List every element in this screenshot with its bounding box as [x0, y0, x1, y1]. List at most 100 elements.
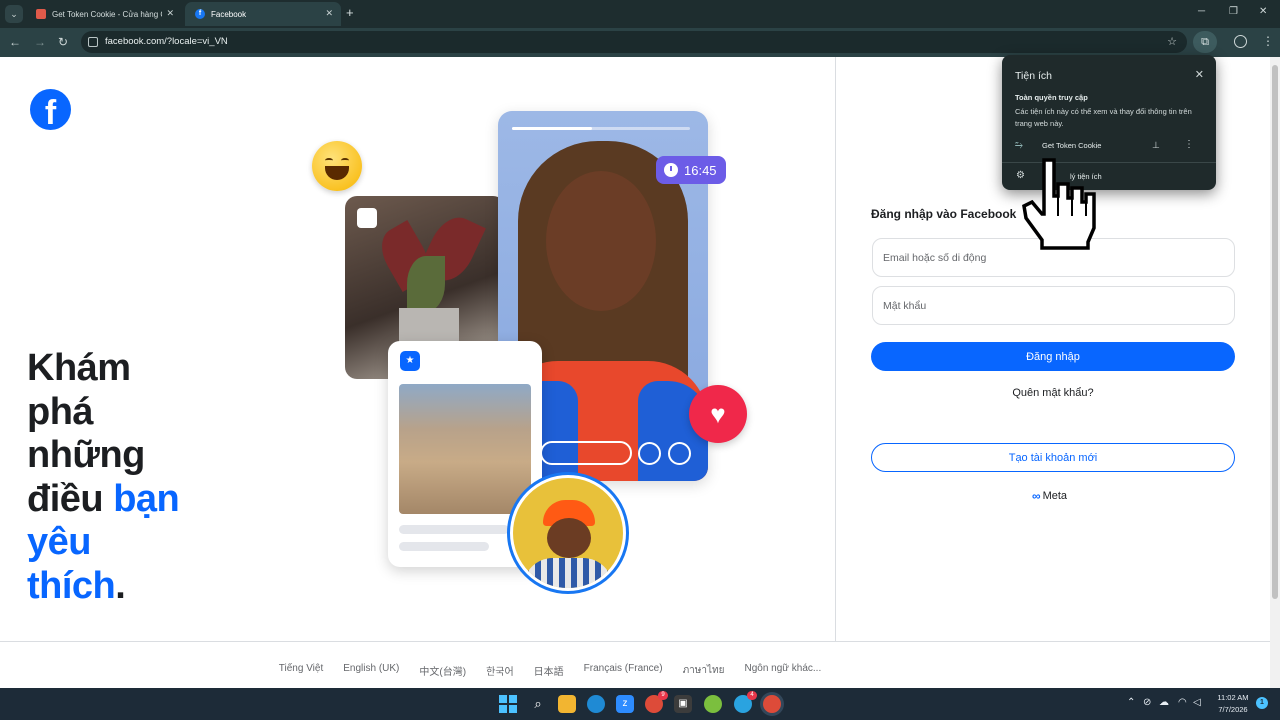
- video-control-dot: [638, 442, 661, 465]
- facebook-favicon-icon: f: [195, 9, 205, 19]
- emoji-eye: [341, 158, 349, 163]
- emoji-mouth: [325, 166, 349, 180]
- onedrive-icon[interactable]: ☁: [1159, 697, 1169, 708]
- language-link[interactable]: Ngôn ngữ khác...: [744, 663, 821, 678]
- story-progress-bar: [512, 127, 690, 130]
- notification-count[interactable]: 1: [1256, 697, 1268, 709]
- photo-face-shape: [546, 171, 656, 311]
- meta-logo[interactable]: ∞ Meta: [1032, 489, 1067, 503]
- app-icon[interactable]: [704, 695, 722, 713]
- forward-icon[interactable]: →: [34, 35, 46, 49]
- language-link[interactable]: 中文(台灣): [419, 663, 466, 678]
- close-tab-icon[interactable]: ✕: [166, 8, 174, 19]
- menu-icon[interactable]: ⋮: [1262, 34, 1274, 48]
- telegram-icon[interactable]: 4: [734, 691, 757, 713]
- close-tab-icon[interactable]: ✕: [325, 8, 333, 19]
- hero-heading: Khám phá những điều bạn yêu thích.: [27, 347, 180, 609]
- tab-search-icon[interactable]: ⌄: [5, 5, 23, 23]
- avatar-face: [547, 518, 591, 558]
- tab-label: Get Token Cookie - Cửa hàng C: [52, 9, 162, 19]
- hand-cursor-icon: [1022, 158, 1096, 250]
- windows-start-icon[interactable]: [499, 695, 517, 713]
- language-link[interactable]: 日本語: [534, 663, 564, 678]
- extension-name: Get Token Cookie: [1042, 141, 1102, 150]
- language-list: Tiếng Việt English (UK) 中文(台灣) 한국어 日本語 F…: [0, 663, 1100, 678]
- file-explorer-icon[interactable]: [558, 695, 576, 713]
- meta-label: Meta: [1042, 490, 1068, 502]
- store-favicon-icon: [36, 9, 46, 19]
- url-text[interactable]: facebook.com/?locale=vi_VN: [105, 36, 228, 47]
- profile-avatar-ring: [507, 472, 629, 594]
- page-scrollbar[interactable]: [1270, 57, 1280, 688]
- restore-icon[interactable]: ❐: [1229, 6, 1238, 17]
- store-icon[interactable]: ▣: [674, 695, 692, 713]
- laughing-emoji-icon: [312, 141, 362, 191]
- skatepark-photo: [399, 384, 531, 514]
- star-icon[interactable]: ☆: [1167, 35, 1177, 48]
- shop-icon: [357, 208, 377, 228]
- star-badge-icon: ★: [400, 351, 420, 371]
- avatar-background: [513, 478, 623, 588]
- login-title: Đăng nhập vào Facebook: [871, 207, 1017, 221]
- hero-line: Khám: [27, 347, 131, 389]
- search-icon[interactable]: ⌕: [529, 695, 547, 713]
- emoji-eye: [325, 158, 333, 163]
- language-link[interactable]: Tiếng Việt: [279, 663, 323, 678]
- create-account-button[interactable]: Tạo tài khoản mới: [871, 443, 1235, 472]
- hero-word-highlight: thích: [27, 564, 116, 607]
- language-link[interactable]: English (UK): [343, 663, 399, 678]
- close-window-icon[interactable]: ✕: [1259, 6, 1267, 17]
- new-tab-icon[interactable]: +: [346, 6, 354, 20]
- scrollbar-thumb[interactable]: [1272, 65, 1278, 599]
- facebook-logo[interactable]: f: [30, 89, 71, 130]
- taskbar-clock[interactable]: 11:02 AM 7/7/2026: [1213, 692, 1253, 716]
- hero-line-highlight: yêu: [27, 521, 91, 563]
- profile-icon[interactable]: [1234, 35, 1247, 48]
- minimize-icon[interactable]: ─: [1198, 6, 1205, 17]
- leaf-shape: [407, 256, 445, 312]
- placeholder-line: [399, 525, 509, 534]
- hero-line: phá: [27, 390, 94, 433]
- browser-toolbar: ← → ↻ facebook.com/?locale=vi_VN ☆: [0, 28, 1280, 57]
- heart-icon: ♥: [689, 385, 747, 443]
- pin-icon[interactable]: ⊥: [1152, 140, 1160, 151]
- tray-app-icon[interactable]: ⊘: [1143, 697, 1151, 708]
- popup-title: Tiện ích: [1015, 70, 1052, 82]
- site-info-icon[interactable]: [88, 37, 98, 47]
- login-button[interactable]: Đăng nhập: [871, 342, 1235, 371]
- forgot-password-link[interactable]: Quên mật khẩu?: [871, 387, 1235, 399]
- hero-word-highlight: bạn: [113, 477, 180, 520]
- address-bar[interactable]: facebook.com/?locale=vi_VN ☆: [81, 31, 1187, 53]
- tray-overflow-icon[interactable]: ⌃: [1127, 697, 1135, 708]
- popup-subtitle: Toàn quyền truy cập: [1015, 93, 1088, 102]
- chrome-active-icon[interactable]: [763, 695, 781, 713]
- time-text: 16:45: [684, 162, 717, 178]
- puzzle-icon[interactable]: ⧉: [1193, 31, 1217, 53]
- volume-icon[interactable]: ◁: [1193, 697, 1201, 708]
- footer-divider: [0, 641, 1270, 642]
- tab-facebook[interactable]: f Facebook ✕: [185, 2, 341, 26]
- password-field[interactable]: [872, 286, 1235, 325]
- time-badge: 16:45: [656, 156, 726, 184]
- more-options-icon[interactable]: ⋮: [1184, 139, 1194, 150]
- clock-date: 7/7/2026: [1218, 705, 1248, 714]
- notification-badge: 4: [747, 691, 757, 700]
- tab-strip: ⌄ Get Token Cookie - Cửa hàng C ✕ f Face…: [0, 0, 1280, 28]
- language-link[interactable]: 한국어: [486, 663, 514, 678]
- chrome-icon[interactable]: 9: [645, 691, 668, 713]
- extension-item[interactable]: ⥲ Get Token Cookie ⊥ ⋮: [1002, 135, 1216, 157]
- edge-icon[interactable]: [587, 695, 605, 713]
- language-link[interactable]: Français (France): [584, 663, 663, 678]
- extension-icon: ⥲: [1015, 140, 1023, 151]
- hero-line: điều bạn: [27, 477, 180, 522]
- zoom-icon[interactable]: z: [616, 695, 634, 713]
- tab-get-token-cookie[interactable]: Get Token Cookie - Cửa hàng C ✕: [26, 2, 182, 26]
- close-icon[interactable]: ✕: [1195, 68, 1204, 81]
- reload-icon[interactable]: ↻: [58, 35, 68, 49]
- notification-badge: 9: [658, 691, 668, 700]
- language-link[interactable]: ภาษาไทย: [683, 663, 725, 678]
- wifi-icon[interactable]: ◠: [1178, 697, 1187, 708]
- back-icon[interactable]: ←: [9, 35, 21, 49]
- clock-time: 11:02 AM: [1217, 693, 1249, 702]
- hero-line: thích.: [27, 565, 179, 609]
